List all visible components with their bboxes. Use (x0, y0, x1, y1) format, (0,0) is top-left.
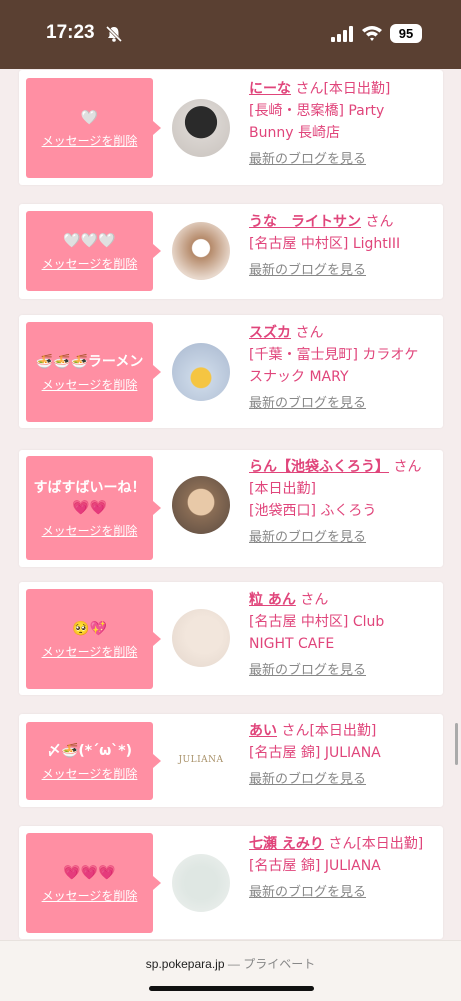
delete-message-link[interactable]: メッセージを削除 (42, 522, 138, 539)
list-item: 💗💗💗 メッセージを削除 七瀬 えみり さん[本日出勤] [名古屋 錦] JUL… (19, 826, 443, 939)
avatar[interactable]: JULIANA (172, 731, 230, 789)
shop-location: [名古屋 中村区] LightIII (249, 236, 401, 252)
list-item: 🤍 メッセージを削除 にーな さん[本日出勤] [長崎・思案橋] Party B… (19, 70, 443, 185)
latest-blog-link[interactable]: 最新のブログを見る (249, 881, 429, 900)
delete-message-link[interactable]: メッセージを削除 (42, 376, 138, 393)
working-today-badge: [本日出勤] (356, 836, 424, 852)
message-bubble: 🥺💖 メッセージを削除 (26, 589, 161, 689)
message-text: すばすばいーね！💗💗 (33, 479, 146, 516)
honorific: さん (281, 723, 310, 739)
honorific: さん (393, 459, 422, 475)
delete-message-link[interactable]: メッセージを削除 (42, 765, 138, 782)
message-text: 🤍🤍🤍 (63, 232, 116, 249)
status-time: 17:23 (46, 22, 95, 43)
message-bubble: 〆🍜(*´ω`*) メッセージを削除 (26, 722, 161, 800)
cast-info: あい さん[本日出勤] [名古屋 錦] JULIANA 最新のブログを見る (249, 720, 429, 787)
bell-muted-icon (105, 25, 123, 43)
list-item: 〆🍜(*´ω`*) メッセージを削除 JULIANA あい さん[本日出勤] [… (19, 714, 443, 807)
cast-info: らん【池袋ふくろう】 さん [本日出勤] [池袋西口] ふくろう 最新のブログを見… (249, 456, 429, 545)
shop-location: [池袋西口] ふくろう (249, 503, 377, 519)
avatar[interactable] (172, 222, 230, 280)
latest-blog-link[interactable]: 最新のブログを見る (249, 259, 429, 278)
cast-name-link[interactable]: にーな (249, 81, 291, 97)
avatar[interactable] (172, 609, 230, 667)
delete-message-link[interactable]: メッセージを削除 (42, 132, 138, 149)
cast-info: にーな さん[本日出勤] [長崎・思案橋] Party Bunny 長崎店 最新… (249, 78, 429, 167)
message-bubble: すばすばいーね！💗💗 メッセージを削除 (26, 456, 161, 560)
message-bubble: 🤍🤍🤍 メッセージを削除 (26, 211, 161, 291)
cast-name-link[interactable]: 七瀬 えみり (249, 836, 324, 852)
latest-blog-link[interactable]: 最新のブログを見る (249, 392, 429, 411)
working-today-badge: [本日出勤] (323, 81, 391, 97)
shop-location: [長崎・思案橋] Party Bunny 長崎店 (249, 103, 385, 141)
cast-name-link[interactable]: らん【池袋ふくろう】 (249, 459, 389, 475)
cast-info: 粒 あん さん [名古屋 中村区] Club NIGHT CAFE 最新のブログ… (249, 589, 429, 678)
avatar[interactable] (172, 476, 230, 534)
delete-message-link[interactable]: メッセージを削除 (42, 643, 138, 660)
message-bubble: 🍜🍜🍜ラーメン メッセージを削除 (26, 322, 161, 422)
latest-blog-link[interactable]: 最新のブログを見る (249, 148, 429, 167)
message-text: 〆🍜(*´ω`*) (46, 742, 133, 759)
cast-info: 七瀬 えみり さん[本日出勤] [名古屋 錦] JULIANA 最新のブログを見… (249, 833, 429, 900)
cast-info: スズカ さん [千葉・富士見町] カラオケスナック MARY 最新のブログを見る (249, 322, 429, 411)
wifi-icon (362, 26, 382, 41)
delete-message-link[interactable]: メッセージを削除 (42, 255, 138, 272)
avatar[interactable] (172, 99, 230, 157)
working-today-badge: [本日出勤] (249, 481, 316, 497)
cast-name-link[interactable]: 粒 あん (249, 592, 296, 608)
list-item: 🍜🍜🍜ラーメン メッセージを削除 スズカ さん [千葉・富士見町] カラオケスナ… (19, 315, 443, 428)
honorific: さん (295, 325, 324, 341)
shop-location: [千葉・富士見町] カラオケスナック MARY (249, 347, 419, 385)
home-indicator[interactable] (149, 986, 314, 991)
delete-message-link[interactable]: メッセージを削除 (42, 887, 138, 904)
browser-bottom-bar: sp.pokepara.jp — プライベート (0, 940, 461, 1001)
cast-info: うな ライトサン さん [名古屋 中村区] LightIII 最新のブログを見る (249, 211, 429, 278)
honorific: さん (295, 81, 324, 97)
juliana-logo: JULIANA (178, 755, 224, 765)
message-bubble: 🤍 メッセージを削除 (26, 78, 161, 178)
address-bar[interactable]: sp.pokepara.jp — プライベート (0, 955, 461, 972)
shop-location: [名古屋 錦] JULIANA (249, 858, 381, 874)
url-text: sp.pokepara.jp (145, 957, 225, 971)
honorific: さん (328, 836, 357, 852)
honorific: さん (365, 214, 394, 230)
latest-blog-link[interactable]: 最新のブログを見る (249, 526, 429, 545)
scrollbar[interactable] (455, 723, 458, 765)
private-mode-label: — プライベート (227, 957, 316, 971)
list-item: すばすばいーね！💗💗 メッセージを削除 らん【池袋ふくろう】 さん [本日出勤] … (19, 450, 443, 567)
message-text: 💗💗💗 (63, 864, 116, 881)
cellular-signal-icon (331, 26, 353, 42)
message-text: 🥺💖 (72, 620, 107, 637)
latest-blog-link[interactable]: 最新のブログを見る (249, 659, 429, 678)
avatar[interactable] (172, 854, 230, 912)
message-text: 🤍 (80, 109, 99, 126)
list-item: 🤍🤍🤍 メッセージを削除 うな ライトサン さん [名古屋 中村区] Light… (19, 204, 443, 299)
cast-name-link[interactable]: うな ライトサン (249, 214, 361, 230)
latest-blog-link[interactable]: 最新のブログを見る (249, 768, 429, 787)
shop-location: [名古屋 中村区] Club NIGHT CAFE (249, 614, 385, 652)
avatar[interactable] (172, 343, 230, 401)
working-today-badge: [本日出勤] (309, 723, 377, 739)
message-bubble: 💗💗💗 メッセージを削除 (26, 833, 161, 933)
cast-name-link[interactable]: スズカ (249, 325, 291, 341)
message-text: 🍜🍜🍜ラーメン (35, 353, 144, 370)
status-bar: 17:23 95 (0, 0, 461, 69)
cast-name-link[interactable]: あい (249, 723, 277, 739)
battery-indicator: 95 (390, 24, 422, 43)
shop-location: [名古屋 錦] JULIANA (249, 745, 381, 761)
honorific: さん (300, 592, 329, 608)
list-item: 🥺💖 メッセージを削除 粒 あん さん [名古屋 中村区] Club NIGHT… (19, 582, 443, 695)
